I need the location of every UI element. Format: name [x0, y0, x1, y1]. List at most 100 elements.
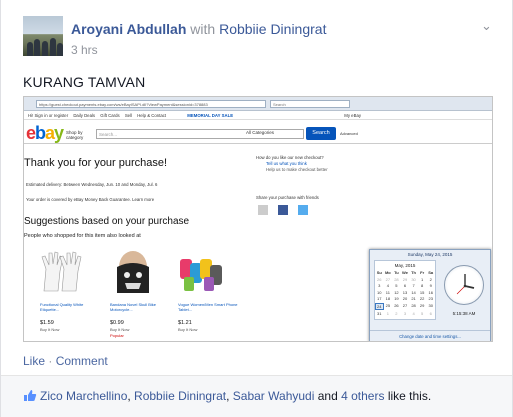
calendar-weekday: Tu [394, 270, 399, 275]
calendar-day: 31 [377, 311, 382, 316]
calendar-day: 10 [377, 289, 382, 295]
avatar[interactable] [23, 16, 63, 56]
post-author-line: Aroyani Abdullah with Robbiie Diningrat [71, 21, 326, 37]
facebook-icon [278, 205, 288, 215]
calendar-day: 18 [385, 296, 391, 301]
shop-by: Shop by category [66, 130, 84, 140]
nav-item: Daily Deals [73, 113, 96, 118]
like-link[interactable]: Like [23, 354, 45, 368]
url-field: https://guest.checkout.payments.ebay.com… [36, 100, 266, 108]
calendar: May, 2015 Su Mo Tu We Th Fr Sa 26 27 28 29 30 1 2 3 4 5 6… [374, 260, 436, 320]
liker-name[interactable]: Robbiie Diningrat [134, 389, 226, 403]
gloves-image [41, 251, 82, 292]
clock-time: 5:15:38 AM [452, 311, 476, 316]
calendar-day: 1 [421, 276, 424, 282]
calendar-weekday: Fr [420, 270, 425, 275]
comment-link[interactable]: Comment [56, 354, 108, 368]
calendar-day: 30 [411, 276, 416, 282]
browser-url-bar: https://guest.checkout.payments.ebay.com… [24, 97, 492, 111]
tagged-name[interactable]: Robbiie Diningrat [219, 21, 326, 37]
post-image[interactable]: https://guest.checkout.payments.ebay.com… [23, 96, 493, 342]
nav-item: MEMORIAL DAY SALE [187, 113, 234, 118]
calendar-day: 5 [395, 283, 398, 288]
calendar-day: 30 [428, 302, 433, 308]
phone-gloves-image [180, 259, 222, 291]
change-date-link: Change date and time settings... [370, 330, 490, 339]
calendar-day: 17 [377, 296, 382, 301]
calendar-day: 13 [402, 289, 408, 295]
ebay-logo: ebay [26, 123, 64, 143]
others-link[interactable]: 4 others [341, 389, 384, 403]
post-status-text: KURANG TAMVAN [23, 74, 146, 90]
liker-name[interactable]: Zico Marchellino [40, 389, 127, 403]
with-label: with [190, 21, 216, 37]
post-time[interactable]: 3 hrs [71, 43, 98, 57]
calendar-day: 25 [385, 302, 391, 308]
likes-bar: Zico Marchellino, Robbiie Diningrat, Sab… [1, 376, 512, 417]
separator-dot: · [48, 354, 53, 368]
nav-item: Help & Contact [137, 113, 167, 118]
guarantee-text: Your order is covered by eBay Money Back… [26, 197, 155, 202]
calendar-day: 3 [403, 311, 407, 316]
calendar-day: 24 [375, 302, 384, 310]
calendar-weekday: Th [411, 270, 416, 275]
feedback-sub: Help us to make checkout better [266, 167, 328, 172]
analog-clock-icon [444, 265, 484, 305]
search-button: Search [306, 127, 336, 140]
suggestions-heading: Suggestions based on your purchase [24, 216, 190, 227]
product-label: Functional Quality White Etiquette... [40, 302, 84, 312]
calendar-weekday: We [402, 270, 408, 275]
calendar-day: 12 [394, 289, 399, 295]
liker-name[interactable]: Sabar Wahyudi [233, 389, 315, 403]
calendar-weekday: Mo [384, 270, 391, 275]
post-card: Aroyani Abdullah with Robbiie Diningrat … [0, 0, 513, 417]
calendar-day: 3 [378, 283, 381, 288]
category-select: All Categories [246, 130, 275, 135]
thank-you-heading: Thank you for your purchase! [24, 157, 168, 169]
feedback-box: How do you like our new checkout? Tell u… [256, 155, 328, 173]
and-text: and [317, 389, 338, 403]
browser-search: Search [270, 100, 350, 108]
calendar-day: 9 [429, 283, 432, 288]
thumbs-up-icon [24, 390, 37, 401]
product-price: $0.99 [110, 320, 124, 326]
nav-item: Gift Cards [100, 113, 120, 118]
calendar-day: 6 [403, 283, 407, 288]
calendar-day: 27 [402, 302, 408, 308]
calendar-day: 26 [394, 302, 399, 308]
chevron-down-icon[interactable]: ⌄ [481, 18, 492, 34]
nav-item: My eBay [344, 113, 361, 118]
product-sub: Buy It Now [40, 327, 60, 332]
ebay-nav: Hi! Sign in or register Daily Deals Gift… [24, 111, 492, 120]
calendar-weekday: Sa [428, 270, 434, 275]
calendar-day: 11 [385, 289, 390, 295]
calendar-day: 4 [386, 283, 389, 288]
calendar-day: 20 [402, 296, 408, 301]
calendar-grid: Su Mo Tu We Th Fr Sa 26 27 28 29 30 1 2 3 4 5 6 7 8 9 10 11 12 1… [375, 270, 435, 316]
clock-date: Sunday, May 24, 2015 [407, 252, 453, 257]
calendar-day: 14 [411, 289, 416, 295]
calendar-day: 21 [411, 296, 416, 301]
post-actions: Like · Comment [23, 354, 108, 368]
people-also-text: People who shopped for this item also lo… [24, 233, 141, 239]
product-label: Bandana Novel Skull Bike Motorcycle... [110, 302, 157, 312]
bandana-image [117, 251, 149, 293]
calendar-day: 29 [419, 302, 425, 308]
product-price: $1.21 [178, 320, 192, 326]
calendar-day: 16 [428, 289, 433, 295]
calendar-day: 8 [421, 283, 424, 288]
calendar-day: 23 [428, 296, 433, 301]
calendar-day: 22 [419, 296, 425, 301]
calendar-day: 29 [402, 276, 408, 282]
calendar-day: 5 [421, 311, 424, 316]
calendar-day: 15 [419, 289, 425, 295]
product-sub: Buy It Now [110, 327, 130, 332]
email-icon [258, 205, 268, 215]
calendar-day: 6 [429, 311, 432, 316]
calendar-month: May, 2015 [394, 263, 416, 268]
post-header: Aroyani Abdullah with Robbiie Diningrat … [23, 16, 493, 60]
author-name[interactable]: Aroyani Abdullah [71, 21, 186, 37]
calendar-day: 26 [377, 276, 382, 282]
product-sub: Buy It Now [178, 327, 198, 332]
delivery-text: Estimated delivery: Between Wednesday, J… [26, 182, 158, 187]
